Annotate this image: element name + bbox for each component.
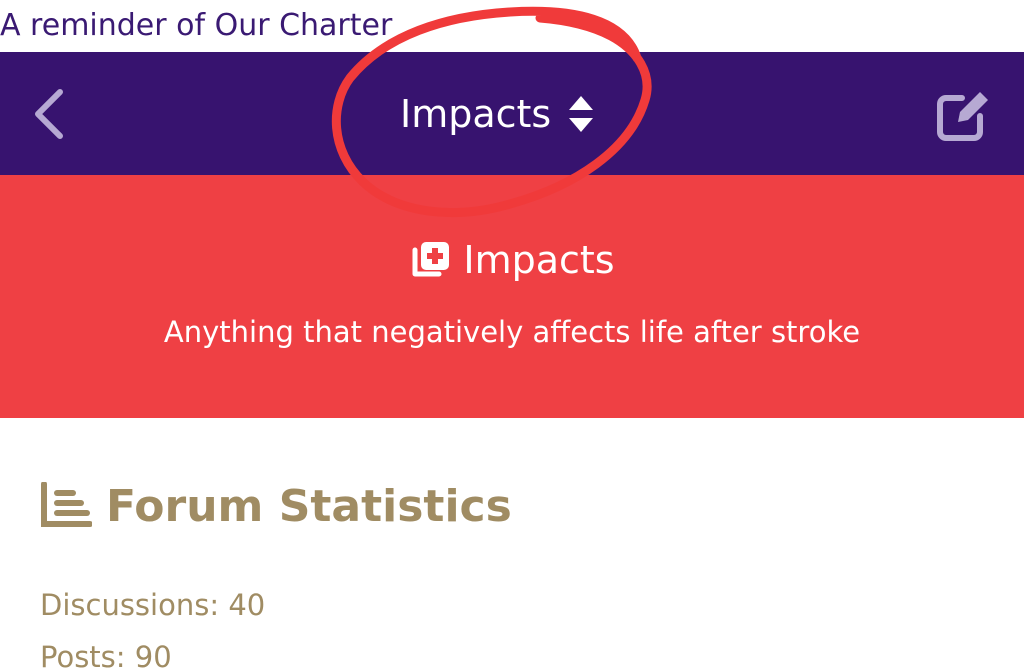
top-navbar: Impacts bbox=[0, 52, 1024, 175]
forum-description: Anything that negatively affects life af… bbox=[163, 315, 861, 349]
back-button[interactable] bbox=[28, 86, 72, 142]
forum-selector-button[interactable]: Impacts bbox=[400, 82, 595, 146]
sort-updown-icon bbox=[569, 96, 594, 132]
forum-title: Impacts bbox=[463, 238, 615, 282]
list-stats-icon bbox=[41, 482, 92, 527]
hero-heading: Impacts bbox=[0, 233, 1024, 287]
edit-button[interactable] bbox=[934, 86, 992, 144]
medical-plus-icon bbox=[412, 242, 450, 277]
page: A reminder of Our Charter Impacts Impact… bbox=[0, 0, 1024, 670]
posts-count: Posts: 90 bbox=[40, 640, 172, 670]
forum-statistics-heading: Forum Statistics bbox=[40, 476, 512, 536]
chevron-left-icon bbox=[35, 89, 63, 139]
statistics-title: Forum Statistics bbox=[106, 480, 512, 532]
charter-reminder-link[interactable]: A reminder of Our Charter bbox=[0, 4, 392, 48]
discussions-count: Discussions: 40 bbox=[40, 588, 266, 622]
edit-square-icon bbox=[937, 92, 988, 141]
nav-title: Impacts bbox=[400, 92, 552, 136]
forum-header-banner: Impacts Anything that negatively affects… bbox=[0, 175, 1024, 418]
